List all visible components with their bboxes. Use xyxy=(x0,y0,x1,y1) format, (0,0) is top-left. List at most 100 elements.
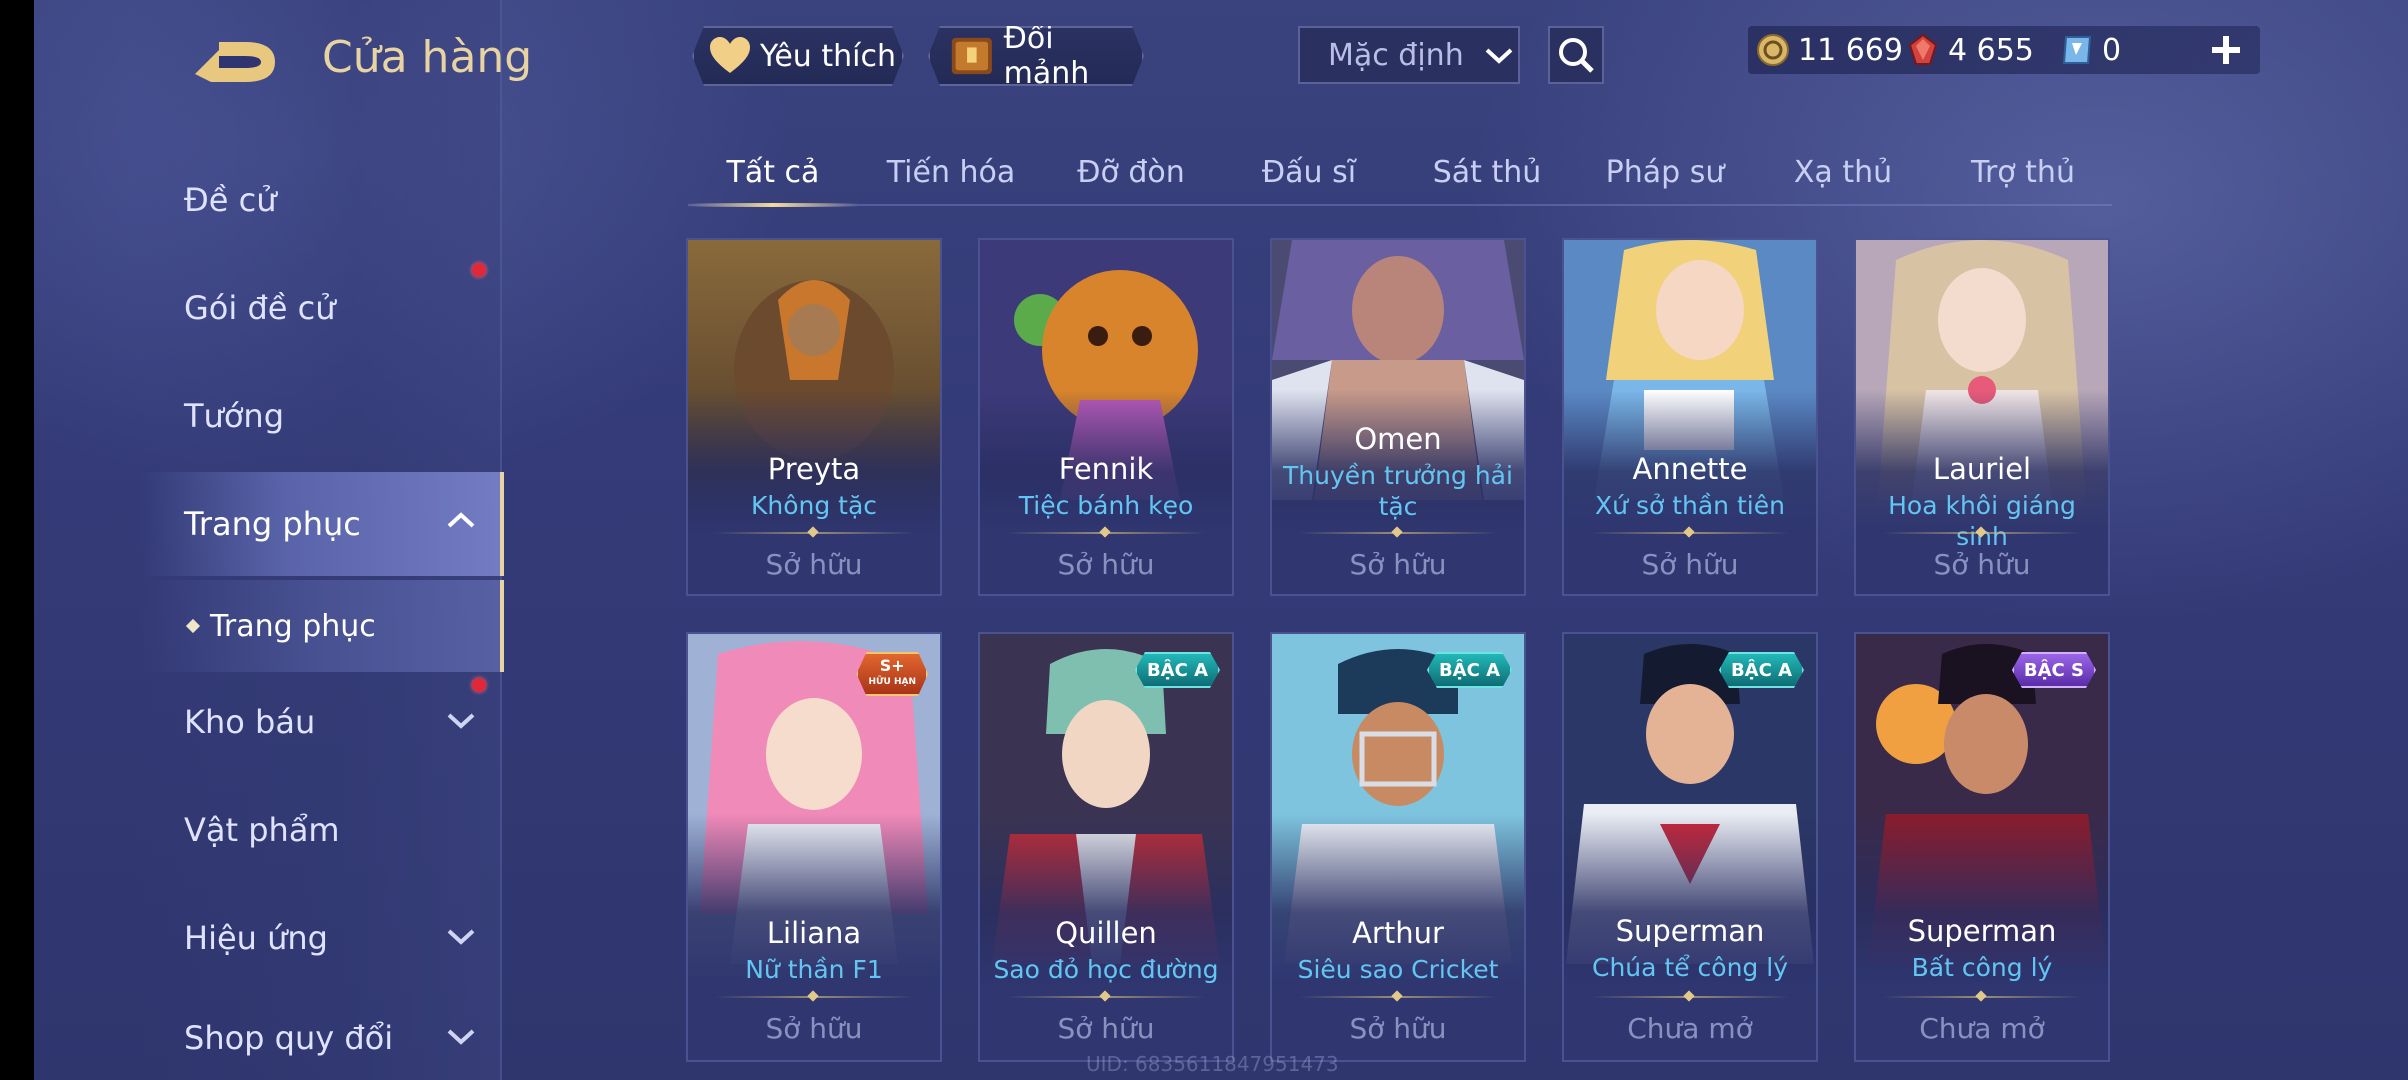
tier-badge: BẬC A xyxy=(1719,652,1804,688)
back-arrow-icon xyxy=(195,42,275,82)
tier-badge-label: BẬC A xyxy=(1438,659,1500,681)
hero-name: Superman xyxy=(1615,914,1765,948)
tier-badge-label: BẬC A xyxy=(1730,659,1792,681)
skin-name: Xứ sở thần tiên xyxy=(1595,491,1785,520)
sidebar-item-effects[interactable]: Hiệu ứng xyxy=(140,888,500,988)
skin-name: Không tặc xyxy=(750,491,878,520)
skin-card-annette[interactable]: Annette Xứ sở thần tiên Sở hữu xyxy=(1562,238,1818,596)
heart-icon xyxy=(708,36,752,76)
sidebar-item-label: Gói đề cử xyxy=(184,289,336,327)
skin-card-superman-2[interactable]: BẬC S Superman Bất công lý Chưa mở xyxy=(1854,632,2110,1062)
voucher-icon xyxy=(2062,36,2092,64)
tab-label: Đỡ đòn xyxy=(1077,154,1185,190)
skin-card-omen[interactable]: Omen Thuyền trưởng hải tặc Sở hữu xyxy=(1270,238,1526,596)
tier-badge: BẬC A xyxy=(1135,652,1220,688)
sidebar-item-label: Hiệu ứng xyxy=(184,919,328,957)
favorites-label: Yêu thích xyxy=(760,38,896,74)
tab-fighter[interactable]: Đấu sĩ xyxy=(1224,140,1394,204)
favorites-button[interactable]: Yêu thích xyxy=(692,26,904,86)
page-title: Cửa hàng xyxy=(322,32,533,83)
search-icon xyxy=(1559,38,1594,73)
tab-support[interactable]: Trợ thủ xyxy=(1938,140,2108,204)
skin-name: Thuyền trưởng hải tặc xyxy=(1283,461,1513,521)
add-currency-button[interactable] xyxy=(2206,30,2246,70)
sidebar-item-exchange-shop[interactable]: Shop quy đổi xyxy=(140,996,500,1080)
sidebar-item-items[interactable]: Vật phẩm xyxy=(140,780,500,880)
tab-mage[interactable]: Pháp sư xyxy=(1580,140,1750,204)
screen-edge xyxy=(0,0,34,1080)
ownership-status: Sở hữu xyxy=(1933,548,2031,581)
ownership-status: Sở hữu xyxy=(1057,1012,1155,1045)
tier-badge-label: BẬC A xyxy=(1146,659,1208,681)
ruby-currency: 4 655 xyxy=(1906,26,2034,74)
skin-card-superman-1[interactable]: BẬC A Superman Chúa tể công lý Chưa mở xyxy=(1562,632,1818,1062)
back-button[interactable] xyxy=(185,30,285,90)
chevron-down-icon xyxy=(447,1029,475,1045)
gold-amount: 11 669 xyxy=(1798,32,1903,68)
skin-card-fennik[interactable]: Fennik Tiệc bánh kẹo Sở hữu xyxy=(978,238,1234,596)
tab-evolution[interactable]: Tiến hóa xyxy=(866,140,1036,204)
sidebar-subitem-skins[interactable]: Trang phục xyxy=(140,580,504,672)
search-button[interactable] xyxy=(1548,26,1604,84)
sort-dropdown[interactable]: Mặc định xyxy=(1298,26,1520,84)
diamond-bullet-icon xyxy=(185,618,201,634)
tab-label: Trợ thủ xyxy=(1971,154,2075,190)
skin-name: Tiệc bánh kẹo xyxy=(1018,491,1194,520)
gold-currency: 11 669 xyxy=(1756,26,1903,74)
tab-all[interactable]: Tất cả xyxy=(688,140,858,207)
skin-card-lauriel[interactable]: Lauriel Hoa khôi giáng sinh Sở hữu xyxy=(1854,238,2110,596)
voucher-currency: 0 xyxy=(2060,26,2121,74)
sidebar-subitem-label: Trang phục xyxy=(210,608,376,644)
sidebar-item-label: Đề cử xyxy=(184,181,277,219)
ownership-status: Chưa mở xyxy=(1627,1012,1753,1045)
tab-label: Tất cả xyxy=(726,154,820,190)
hero-name: Arthur xyxy=(1352,916,1444,950)
hero-name: Preyta xyxy=(767,452,861,486)
treasure-chest-icon xyxy=(948,33,996,79)
tab-marksman[interactable]: Xạ thủ xyxy=(1758,140,1928,204)
tier-badge-sublabel: HỮU HẠN xyxy=(868,677,916,687)
exchange-label: Đổi mảnh xyxy=(1003,21,1090,91)
sidebar-item-skins[interactable]: Trang phục xyxy=(140,472,504,576)
notification-dot xyxy=(472,678,486,692)
tab-label: Sát thủ xyxy=(1432,154,1542,190)
user-id-label: UID: 6835611847951473 xyxy=(1086,1052,1339,1076)
sidebar-item-label: Tướng xyxy=(184,397,284,435)
skin-card-arthur[interactable]: BẬC A Arthur Siêu sao Cricket Sở hữu xyxy=(1270,632,1526,1062)
skin-card-quillen[interactable]: BẬC A Quillen Sao đỏ học đường Sở hữu xyxy=(978,632,1234,1062)
skin-name: Nữ thần F1 xyxy=(745,955,883,984)
ownership-status: Sở hữu xyxy=(765,548,863,581)
hero-name: Annette xyxy=(1632,452,1748,486)
sidebar-item-heroes[interactable]: Tướng xyxy=(140,366,500,466)
chevron-down-icon xyxy=(447,929,475,945)
exchange-fragments-button[interactable]: Đổi mảnh xyxy=(928,26,1144,86)
ownership-status: Chưa mở xyxy=(1919,1012,2045,1045)
sidebar-item-label: Vật phẩm xyxy=(184,811,340,849)
skin-name: Bất công lý xyxy=(1911,953,2053,982)
ruby-gem-icon xyxy=(1908,33,1938,65)
skin-card-preyta[interactable]: Preyta Không tặc Sở hữu xyxy=(686,238,942,596)
skin-name: Chúa tể công lý xyxy=(1592,953,1788,982)
sidebar-item-treasure[interactable]: Kho báu xyxy=(140,672,500,772)
tier-badge: BẬC A xyxy=(1427,652,1512,688)
tab-label: Pháp sư xyxy=(1605,154,1725,190)
skin-name: Sao đỏ học đường xyxy=(993,955,1219,984)
sidebar-item-recommended-packs[interactable]: Gói đề cử xyxy=(140,258,500,358)
skin-card-liliana[interactable]: S+ HỮU HẠN Liliana Nữ thần F1 Sở hữu xyxy=(686,632,942,1062)
tier-badge: BẬC S xyxy=(2012,652,2096,688)
tab-assassin[interactable]: Sát thủ xyxy=(1402,140,1572,204)
hero-name: Omen xyxy=(1354,422,1442,456)
tab-tank[interactable]: Đỡ đòn xyxy=(1046,140,1216,204)
ownership-status: Sở hữu xyxy=(1641,548,1739,581)
notification-dot xyxy=(472,263,486,277)
sidebar-item-recommended[interactable]: Đề cử xyxy=(140,150,500,250)
hero-name: Lauriel xyxy=(1932,452,2032,486)
sidebar-item-label: Kho báu xyxy=(184,703,316,741)
tab-label: Đấu sĩ xyxy=(1261,154,1357,190)
sort-value: Mặc định xyxy=(1328,37,1464,73)
tier-badge-label: BẬC S xyxy=(2023,659,2084,681)
hero-name: Fennik xyxy=(1058,452,1154,486)
plus-icon xyxy=(2212,36,2240,64)
skin-name: Hoa khôi giáng sinh xyxy=(1888,491,2076,551)
ownership-status: Sở hữu xyxy=(765,1012,863,1045)
